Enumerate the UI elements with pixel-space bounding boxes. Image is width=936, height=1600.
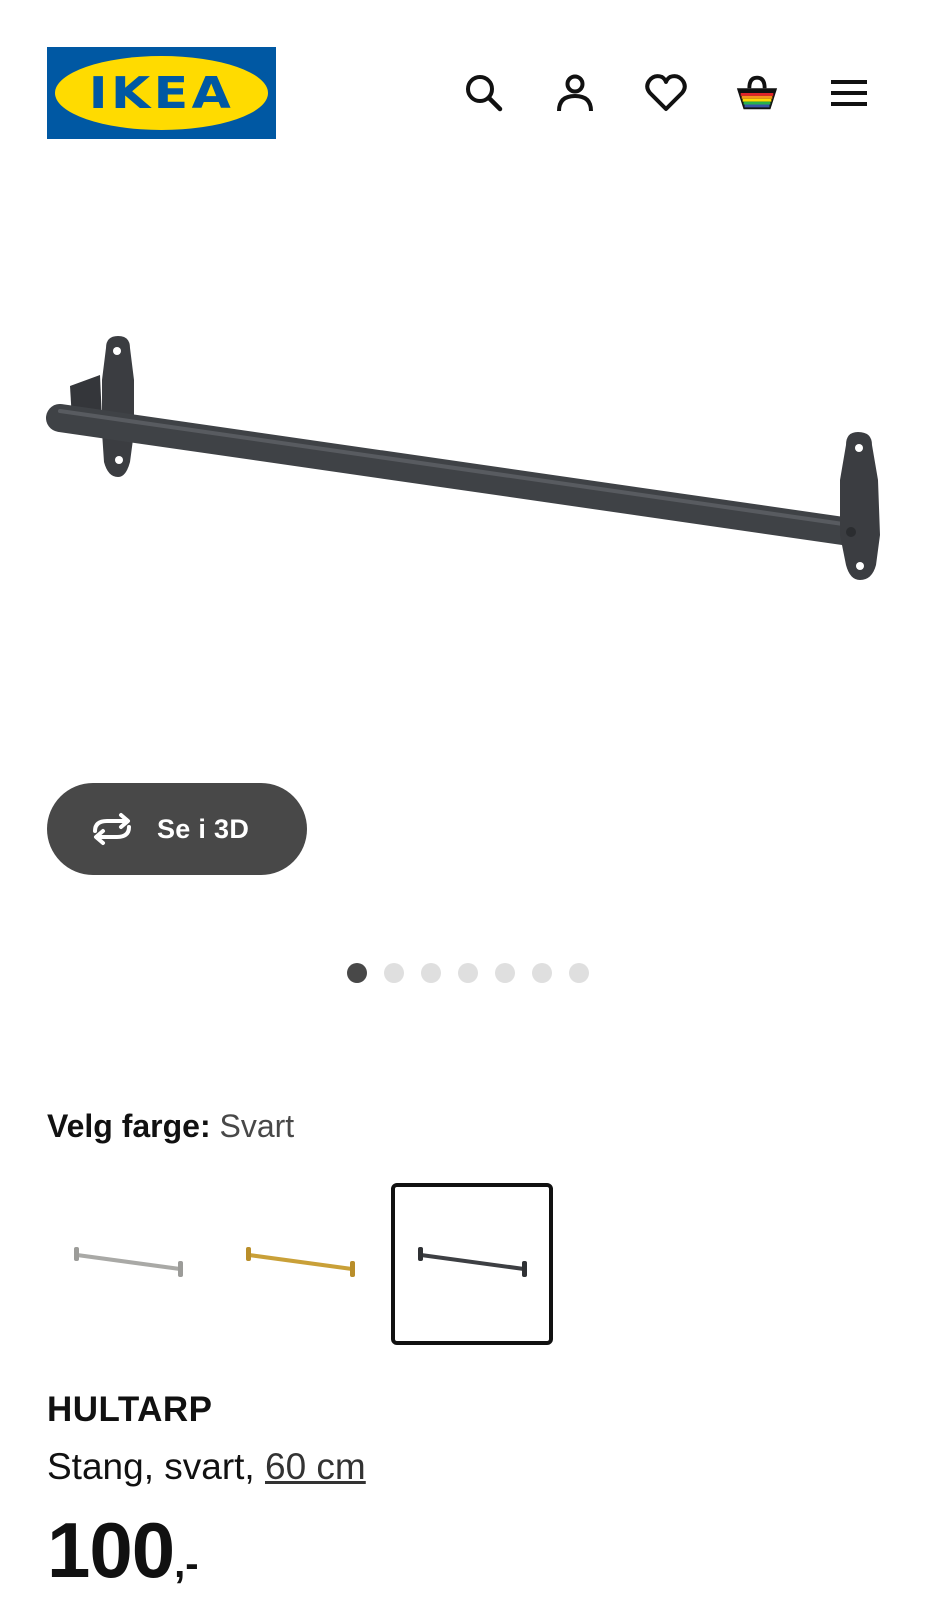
gallery-dot[interactable] [532,963,552,983]
gallery-dot[interactable] [569,963,589,983]
color-swatch-brass[interactable] [219,1183,381,1345]
color-label-value: Svart [219,1108,295,1144]
gallery-pagination [0,963,936,983]
gallery-dot[interactable] [347,963,367,983]
logo-registered-mark: ® [262,71,268,80]
price-suffix: ,- [174,1542,199,1586]
view-3d-button[interactable]: Se i 3D [47,783,307,875]
user-icon[interactable] [552,70,598,116]
gallery-dot[interactable] [421,963,441,983]
color-picker-label: Velg farge: Svart [47,1108,294,1145]
product-description: Stang, svart, 60 cm [47,1446,366,1488]
gallery-dot[interactable] [458,963,478,983]
product-type: Stang, svart, [47,1446,255,1487]
basket-icon[interactable] [734,70,780,116]
logo-text: IKEA [88,67,235,119]
color-swatch-stainless[interactable] [47,1183,209,1345]
price-integer: 100 [47,1506,175,1594]
view-3d-label: Se i 3D [157,813,250,844]
heart-icon[interactable] [643,70,689,116]
header: IKEA ® [0,0,936,170]
gallery-dot[interactable] [495,963,515,983]
product-name: HULTARP [47,1390,213,1429]
product-price: 100,- [47,1505,199,1596]
menu-icon[interactable] [826,70,872,116]
product-image[interactable] [0,180,936,800]
gallery-dot[interactable] [384,963,404,983]
rotate-3d-icon [87,809,137,849]
product-size-link[interactable]: 60 cm [265,1446,366,1487]
color-swatch-black[interactable] [391,1183,553,1345]
color-label-key: Velg farge: [47,1108,211,1144]
search-icon[interactable] [461,70,507,116]
ikea-logo[interactable]: IKEA ® [47,47,276,139]
